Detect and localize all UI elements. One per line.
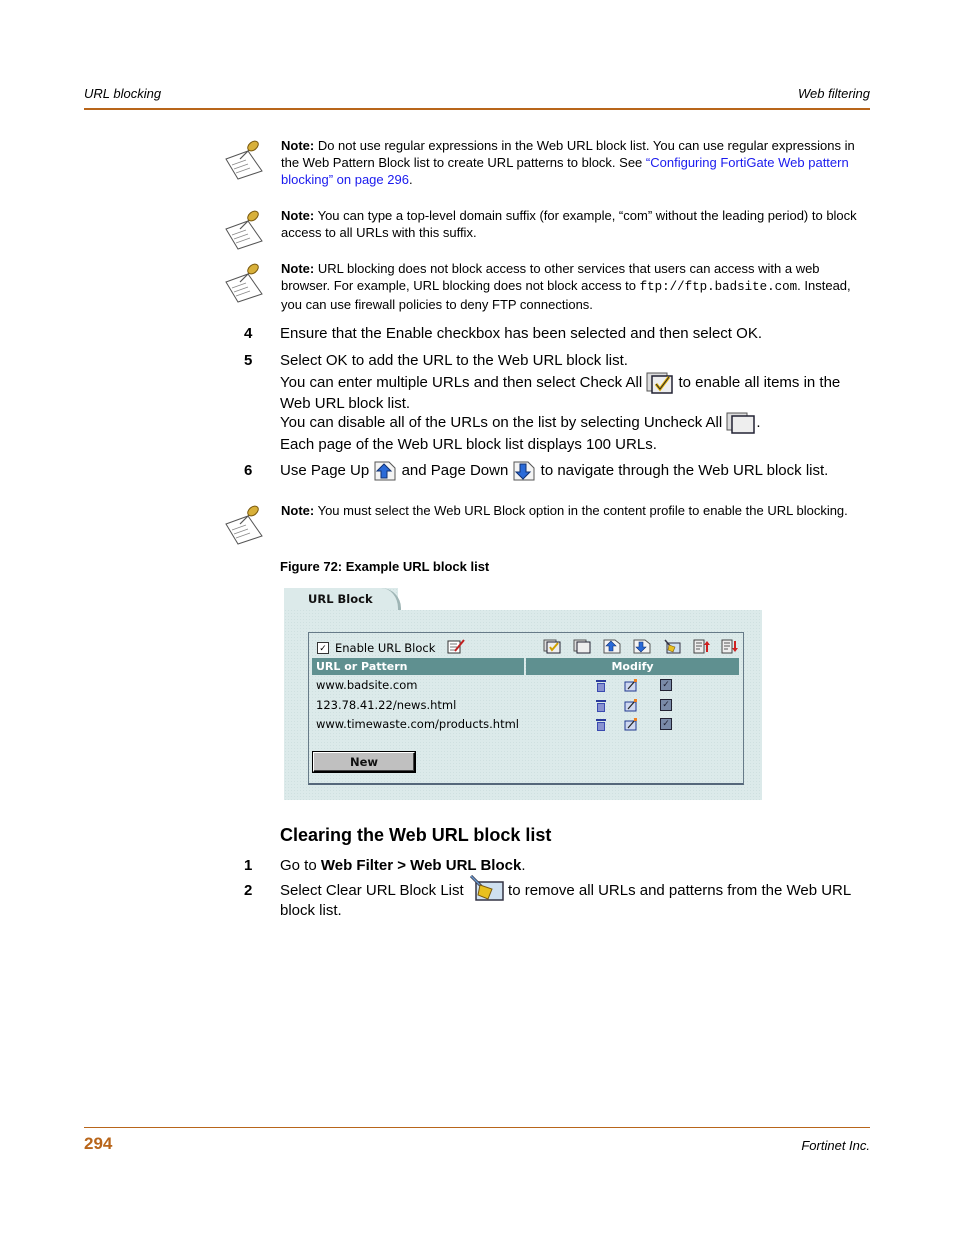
url-cell: 123.78.41.22/news.html	[316, 698, 457, 712]
note-label: Note:	[281, 503, 315, 518]
url-block-figure: URL Block ✓ Enable URL Block URL or Patt…	[284, 588, 762, 800]
step-text: Select OK to add the URL to the Web URL …	[280, 352, 628, 369]
table-row: www.timewaste.com/products.html ✓	[316, 715, 736, 734]
note-3: Note: URL blocking does not block access…	[222, 260, 870, 312]
note-pushpin-icon	[225, 140, 263, 180]
import-list-icon[interactable]	[693, 639, 711, 654]
step-number: 5	[244, 352, 253, 369]
page-down-icon[interactable]	[633, 639, 651, 654]
edit-settings-icon[interactable]	[447, 639, 465, 654]
note-label: Note:	[281, 208, 315, 223]
note-label: Note:	[281, 138, 315, 153]
edit-icon[interactable]	[624, 718, 638, 731]
uncheck-all-icon[interactable]	[573, 639, 591, 654]
menu-path: Web Filter > Web URL Block	[320, 857, 522, 874]
note-pushpin-icon	[225, 210, 263, 250]
note-pushpin-icon	[225, 505, 263, 545]
clear-list-icon	[468, 874, 504, 901]
per-page-paragraph: Each page of the Web URL block list disp…	[280, 436, 657, 453]
edit-icon[interactable]	[624, 679, 638, 692]
table-row: www.badsite.com ✓	[316, 676, 736, 695]
delete-icon[interactable]	[594, 699, 608, 712]
step-text: Ensure that the Enable checkbox has been…	[280, 325, 762, 342]
step-number: 2	[244, 882, 253, 899]
running-header-right: Web filtering	[797, 86, 870, 101]
page-up-icon[interactable]	[603, 639, 621, 654]
check-all-icon[interactable]	[543, 639, 561, 654]
step-number: 1	[244, 857, 253, 874]
edit-icon[interactable]	[624, 699, 638, 712]
note-label: Note:	[281, 261, 315, 276]
export-list-icon[interactable]	[721, 639, 739, 654]
delete-icon[interactable]	[594, 679, 608, 692]
page-number: 294	[84, 1134, 113, 1153]
note-1: Note: Do not use regular expressions in …	[222, 137, 870, 189]
step-number: 4	[244, 325, 253, 342]
enable-url-block-label: Enable URL Block	[335, 641, 436, 655]
header-rule	[84, 108, 870, 110]
url-block-tab[interactable]: URL Block	[284, 588, 401, 610]
toolbar: ✓ Enable URL Block	[313, 638, 739, 658]
delete-icon[interactable]	[594, 718, 608, 731]
check-all-icon	[646, 372, 674, 394]
column-header-url: URL or Pattern	[312, 658, 524, 675]
code-text: ftp://ftp.badsite.com	[639, 280, 798, 294]
check-all-paragraph: You can enter multiple URLs and then sel…	[280, 372, 841, 412]
figure-caption: Figure 72: Example URL block list	[280, 559, 490, 574]
url-cell: www.timewaste.com/products.html	[316, 717, 519, 731]
clear-list-icon[interactable]	[663, 639, 681, 654]
uncheck-all-paragraph: You can disable all of the URLs on the l…	[280, 412, 874, 434]
page-up-icon	[373, 461, 397, 481]
row-enable-checkbox[interactable]: ✓	[660, 699, 672, 711]
table-row: 123.78.41.22/news.html ✓	[316, 696, 736, 715]
note-2: Note: You can type a top-level domain su…	[222, 207, 870, 250]
note-pushpin-icon	[225, 263, 263, 303]
new-button[interactable]: New	[313, 752, 415, 772]
note-4: Note: You must select the Web URL Block …	[222, 502, 870, 545]
row-enable-checkbox[interactable]: ✓	[660, 718, 672, 730]
step-number: 6	[244, 462, 253, 479]
column-header-modify: Modify	[526, 658, 739, 675]
footer-company: Fortinet Inc.	[801, 1138, 870, 1153]
url-cell: www.badsite.com	[316, 678, 418, 692]
url-block-panel: ✓ Enable URL Block URL or Pattern Modify…	[308, 632, 744, 785]
row-enable-checkbox[interactable]: ✓	[660, 679, 672, 691]
enable-url-block-checkbox[interactable]: ✓	[317, 642, 329, 654]
section-title: Clearing the Web URL block list	[280, 825, 552, 845]
uncheck-all-icon	[726, 412, 756, 434]
running-header-left: URL blocking	[84, 86, 162, 101]
page-down-icon	[512, 461, 536, 481]
footer-rule	[84, 1127, 870, 1128]
